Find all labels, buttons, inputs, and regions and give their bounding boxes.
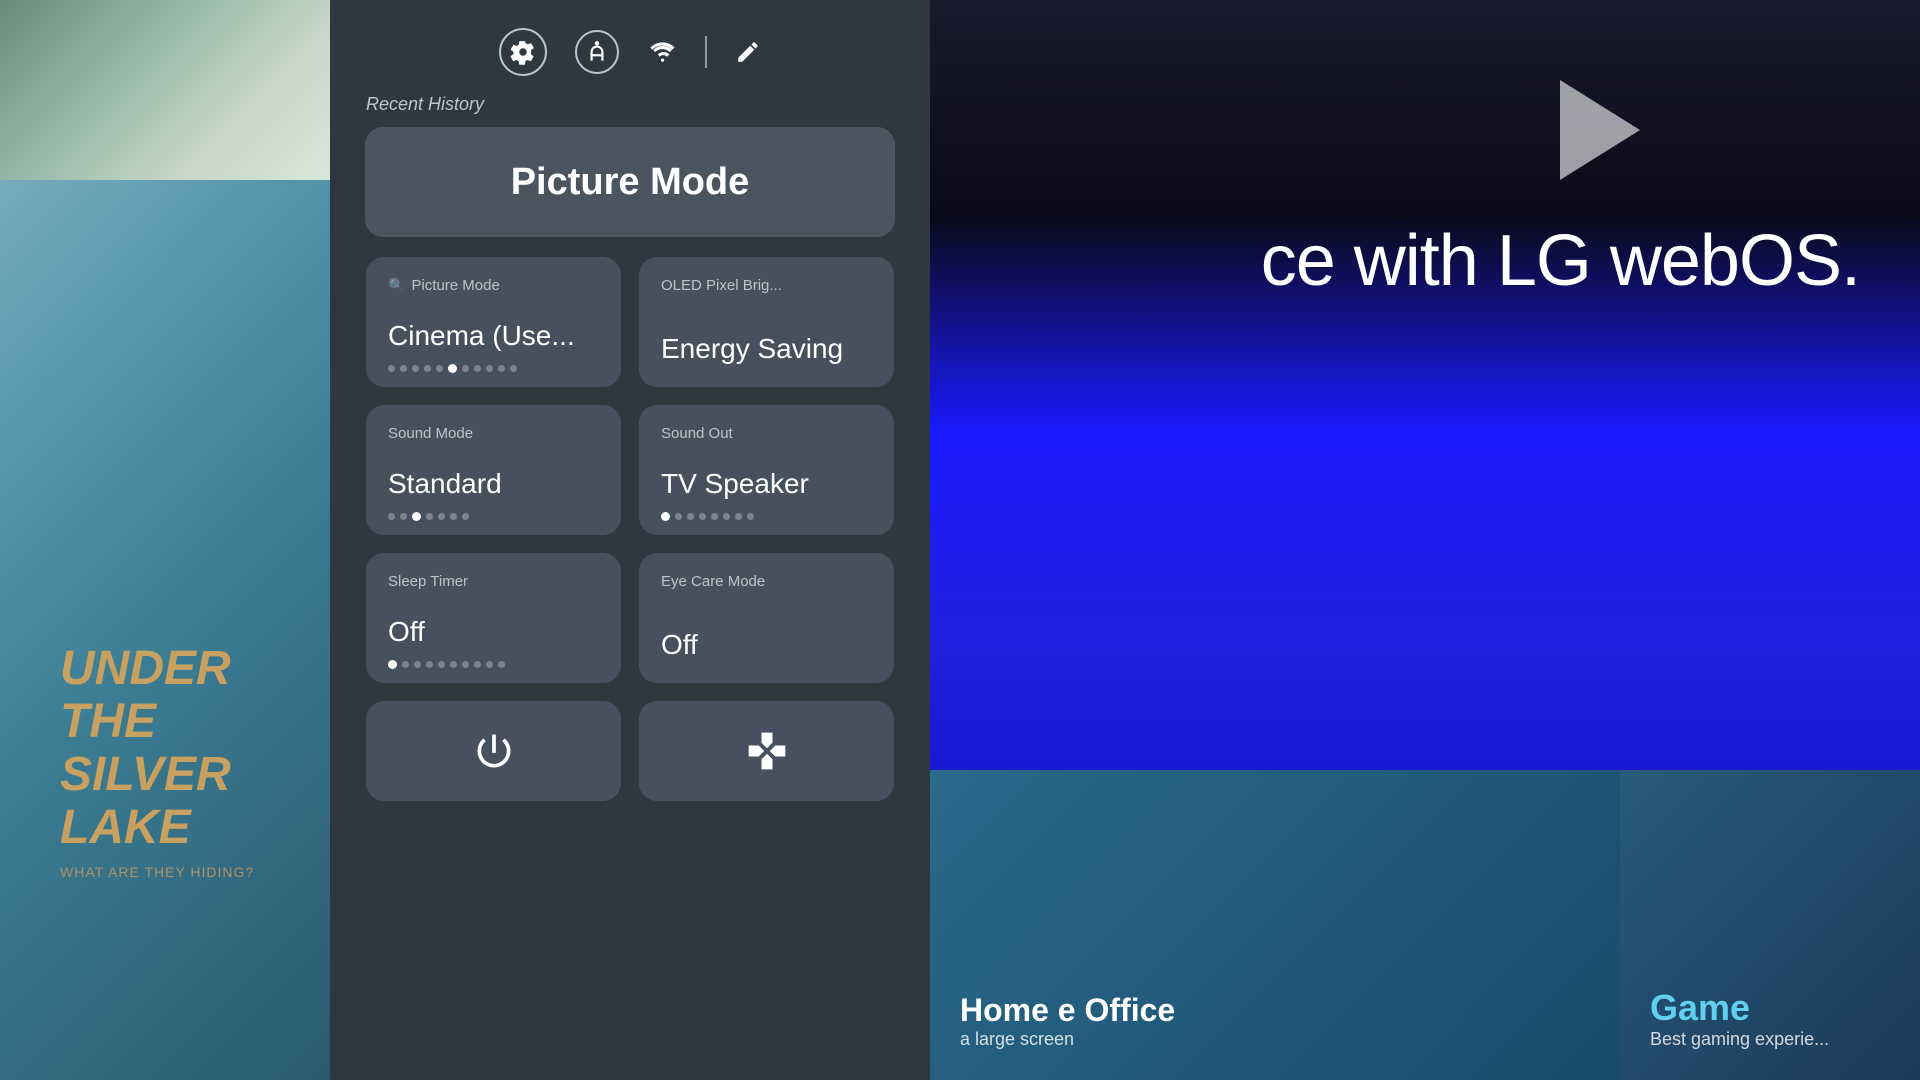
sleep-timer-dots — [388, 660, 505, 669]
picture-mode-button[interactable]: Picture Mode — [365, 127, 895, 237]
picture-mode-dots — [388, 364, 517, 373]
sound-out-dots — [661, 512, 754, 521]
bottom-right-panels: Home e Office a large screen Game Best g… — [930, 770, 1920, 1080]
lg-webos-text: ce with LG webOS. — [1261, 220, 1860, 302]
picture-mode-tile-subtitle: 🔍 Picture Mode — [388, 277, 500, 294]
oled-brightness-tile[interactable]: OLED Pixel Brig... Energy Saving — [639, 257, 894, 387]
top-icons-row — [499, 28, 761, 76]
power-tile[interactable] — [366, 701, 621, 801]
quick-settings-grid-top: 🔍 Picture Mode Cinema (Use... OLED — [366, 257, 894, 387]
search-icon: 🔍 — [388, 277, 405, 294]
icon-tile-row — [366, 701, 894, 801]
eye-care-subtitle: Eye Care Mode — [661, 573, 765, 590]
sound-mode-subtitle: Sound Mode — [388, 425, 473, 442]
sound-out-value: TV Speaker — [661, 468, 809, 500]
recent-history-label: Recent History — [366, 94, 484, 115]
movie-title: UNDER THE SILVER LAKE WHAT ARE THEY HIDI… — [60, 643, 254, 880]
home-office-subtitle: a large screen — [960, 1029, 1590, 1050]
movie-subtitle: WHAT ARE THEY HIDING? — [60, 865, 254, 880]
quick-settings-grid-mid: Sound Mode Standard Sound Out TV Speaker — [366, 405, 894, 535]
picture-mode-tile-value: Cinema (Use... — [388, 320, 575, 352]
picture-mode-label: Picture Mode — [511, 161, 750, 204]
eye-care-value: Off — [661, 629, 698, 661]
quick-settings-grid-bottom: Sleep Timer Off Eye Care Mode Off — [366, 553, 894, 683]
settings-icon[interactable] — [499, 28, 547, 76]
divider — [705, 36, 707, 68]
play-button-icon[interactable] — [1560, 80, 1640, 180]
eye-care-mode-tile[interactable]: Eye Care Mode Off — [639, 553, 894, 683]
home-office-title: Home e Office — [960, 992, 1590, 1029]
edit-icon[interactable] — [735, 39, 761, 65]
game-panel[interactable]: Game Best gaming experie... — [1620, 770, 1920, 1080]
sleep-timer-value: Off — [388, 616, 425, 648]
gamepad-tile[interactable] — [639, 701, 894, 801]
ceiling-area — [0, 0, 330, 180]
oled-brightness-subtitle: OLED Pixel Brig... — [661, 277, 782, 294]
picture-mode-tile[interactable]: 🔍 Picture Mode Cinema (Use... — [366, 257, 621, 387]
sleep-timer-subtitle: Sleep Timer — [388, 573, 468, 590]
quick-settings-panel: Recent History Picture Mode 🔍 Picture Mo… — [330, 0, 930, 1080]
wifi-icon[interactable] — [647, 39, 677, 65]
game-subtitle: Best gaming experie... — [1650, 1029, 1890, 1050]
sound-out-tile[interactable]: Sound Out TV Speaker — [639, 405, 894, 535]
oled-brightness-value: Energy Saving — [661, 333, 843, 365]
sleep-timer-tile[interactable]: Sleep Timer Off — [366, 553, 621, 683]
accessibility-icon[interactable] — [575, 30, 619, 74]
home-office-panel[interactable]: Home e Office a large screen — [930, 770, 1620, 1080]
movie-title-line1: UNDER — [60, 642, 231, 695]
sound-mode-dots — [388, 512, 469, 521]
movie-title-line3: SILVER — [60, 748, 231, 801]
sound-out-subtitle: Sound Out — [661, 425, 733, 442]
movie-title-line2: THE — [60, 695, 156, 748]
sound-mode-tile[interactable]: Sound Mode Standard — [366, 405, 621, 535]
movie-title-line4: LAK — [60, 801, 159, 854]
sound-mode-value: Standard — [388, 468, 502, 500]
game-title: Game — [1650, 987, 1890, 1029]
